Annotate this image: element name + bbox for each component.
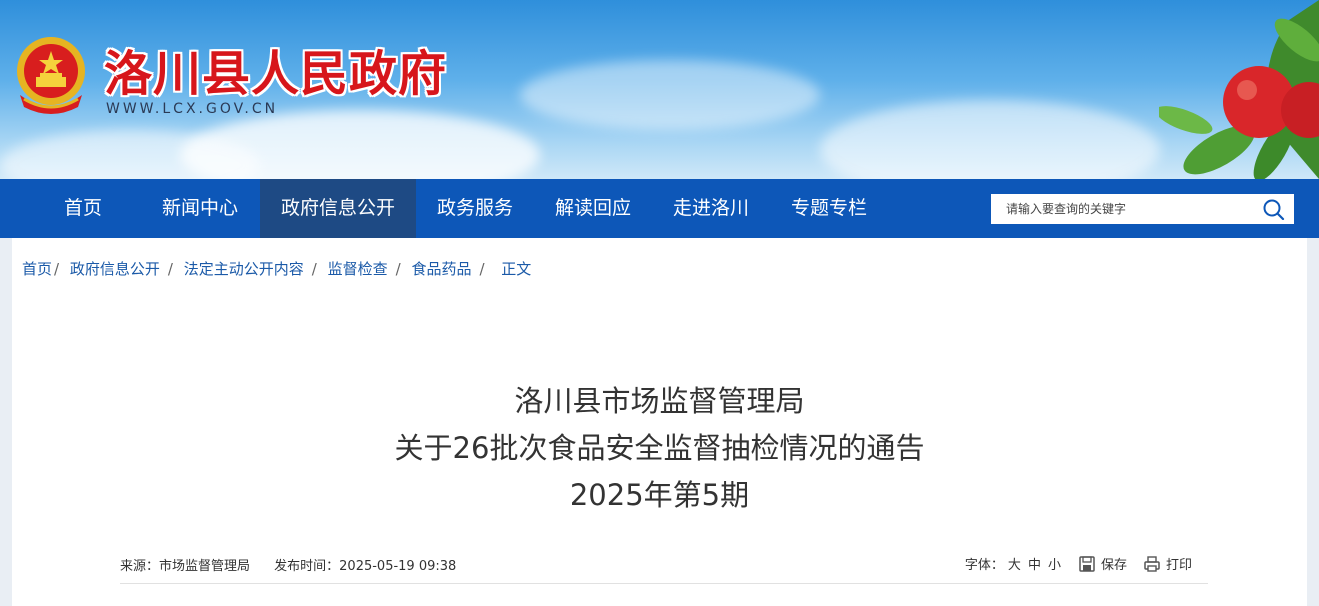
- breadcrumb-supervision[interactable]: 监督检查: [328, 258, 388, 279]
- site-title: 洛川县人民政府: [104, 46, 448, 102]
- font-size-label: 字体：: [964, 558, 1004, 573]
- apple-tree-decoration-icon: [1159, 0, 1319, 179]
- search-input[interactable]: [991, 194, 1251, 224]
- article-title-line: 洛川县市场监督管理局: [514, 384, 805, 418]
- nav-item-home[interactable]: 首页: [42, 179, 124, 238]
- nav-item-gov-info[interactable]: 政府信息公开: [260, 179, 416, 238]
- breadcrumb-gov-info[interactable]: 政府信息公开: [70, 258, 160, 279]
- nav-item-services[interactable]: 政务服务: [416, 179, 534, 238]
- breadcrumb-home[interactable]: 首页: [22, 258, 52, 279]
- font-size-small-button[interactable]: 小: [1048, 554, 1061, 573]
- nav-item-about[interactable]: 走进洛川: [652, 179, 770, 238]
- article-source: 来源：市场监督管理局: [120, 559, 251, 574]
- article-title-line: 关于26批次食品安全监督抽检情况的通告: [394, 431, 925, 465]
- nav-item-topics[interactable]: 专题专栏: [770, 179, 888, 238]
- cloud-decoration: [520, 60, 820, 130]
- breadcrumb: 首页 / 政府信息公开 / 法定主动公开内容 / 监督检查 / 食品药品 / 正文: [22, 258, 531, 279]
- search-icon[interactable]: [1262, 198, 1286, 220]
- breadcrumb-statutory[interactable]: 法定主动公开内容: [184, 258, 304, 279]
- site-url: WWW.LCX.GOV.CN: [106, 101, 279, 117]
- print-button[interactable]: 打印: [1143, 554, 1192, 573]
- save-icon: [1079, 555, 1095, 572]
- article-publish-time: 发布时间：2025-05-19 09:38: [274, 559, 457, 574]
- breadcrumb-separator: /: [54, 260, 60, 278]
- breadcrumb-separator: /: [167, 260, 173, 278]
- print-label: 打印: [1165, 558, 1192, 573]
- print-icon: [1144, 555, 1160, 572]
- breadcrumb-current: 正文: [501, 260, 532, 278]
- national-emblem-icon: [17, 37, 85, 114]
- font-size-medium-button[interactable]: 中: [1028, 554, 1041, 573]
- breadcrumb-food-drug[interactable]: 食品药品: [411, 258, 471, 279]
- header-banner: 洛川县人民政府 WWW.LCX.GOV.CN: [0, 0, 1319, 179]
- article-title: 洛川县市场监督管理局 关于26批次食品安全监督抽检情况的通告 2025年第5期: [12, 378, 1307, 519]
- save-button[interactable]: 保存: [1078, 554, 1127, 573]
- main-nav: 首页 新闻中心 政府信息公开 政务服务 解读回应 走进洛川 专题专栏: [0, 179, 1319, 238]
- breadcrumb-separator: /: [395, 260, 401, 278]
- search-box: [991, 194, 1294, 224]
- article-meta: 来源：市场监督管理局 发布时间：2025-05-19 09:38 字体： 大 中…: [120, 554, 1208, 584]
- breadcrumb-separator: /: [311, 260, 317, 278]
- nav-item-interpretation[interactable]: 解读回应: [534, 179, 652, 238]
- save-label: 保存: [1100, 558, 1127, 573]
- breadcrumb-separator: /: [479, 260, 485, 278]
- cloud-decoration: [820, 100, 1160, 179]
- nav-item-news[interactable]: 新闻中心: [140, 179, 260, 238]
- font-size-large-button[interactable]: 大: [1008, 554, 1021, 573]
- content-panel: 首页 / 政府信息公开 / 法定主动公开内容 / 监督检查 / 食品药品 / 正文 洛川县…: [12, 238, 1307, 606]
- article-title-line: 2025年第5期: [569, 478, 750, 512]
